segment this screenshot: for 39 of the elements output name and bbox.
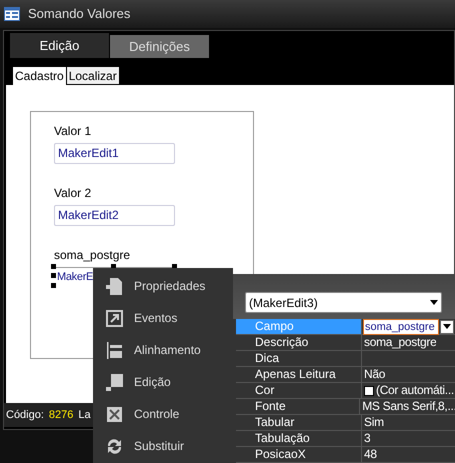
object-dropdown[interactable]: (MakerEdit3) xyxy=(245,292,442,313)
dropdown-arrow-icon xyxy=(443,324,451,329)
field-label: Valor 2 xyxy=(54,186,92,200)
menu-item[interactable]: Edição xyxy=(93,366,233,398)
color-swatch xyxy=(364,386,374,396)
menu-item[interactable]: Eventos xyxy=(93,302,233,334)
arrow-box-icon xyxy=(105,309,123,327)
status-label: La xyxy=(78,408,91,423)
dropdown-button[interactable] xyxy=(440,320,454,334)
property-value: soma_postgre xyxy=(364,335,436,350)
tab[interactable]: Localizar xyxy=(66,67,119,84)
tab[interactable]: Definições xyxy=(110,35,209,58)
property-value: 48 xyxy=(364,447,377,462)
window-title: Somando Valores xyxy=(28,5,130,24)
input-field[interactable]: MakerEdit1 xyxy=(54,143,175,164)
align-icon xyxy=(105,341,123,359)
property-value: Não xyxy=(364,367,386,382)
menu-item[interactable]: Propriedades xyxy=(93,270,233,302)
stacked-squares-icon xyxy=(105,373,123,391)
puzzle-page-icon xyxy=(105,277,123,295)
field-label: Valor 1 xyxy=(54,124,92,138)
property-value: MS Sans Serif,8,... xyxy=(362,399,455,414)
menu-item[interactable]: Controle xyxy=(93,398,233,430)
status-value: 8276 xyxy=(48,408,74,423)
property-value: (Cor automáti... xyxy=(376,383,454,398)
property-value: Sim xyxy=(364,415,384,430)
menu-item[interactable]: Alinhamento xyxy=(93,334,233,366)
tab[interactable]: Edição xyxy=(10,33,109,58)
status-label: Código: xyxy=(6,408,44,423)
input-field[interactable]: MakerEdit2 xyxy=(54,205,175,226)
property-value: 3 xyxy=(364,431,370,446)
refresh-icon xyxy=(105,437,123,455)
tab[interactable]: Cadastro xyxy=(13,67,66,85)
app-icon xyxy=(4,7,20,21)
dropdown-arrow-icon xyxy=(430,300,438,305)
menu-item[interactable]: Substituir xyxy=(93,430,233,462)
property-value-field[interactable]: soma_postgre xyxy=(363,318,439,334)
crossed-box-icon xyxy=(105,405,123,423)
field-label: soma_postgre xyxy=(54,248,132,262)
